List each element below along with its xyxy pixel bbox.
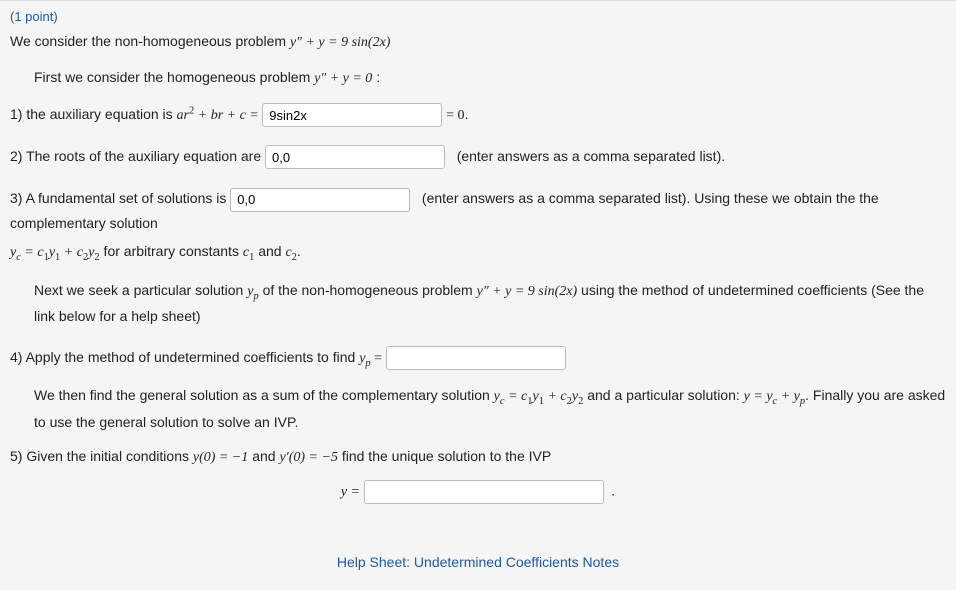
q1-input[interactable]	[262, 103, 442, 127]
t: find the unique solution to the IVP	[338, 448, 551, 464]
t: .	[297, 243, 301, 259]
first-equation: y″ + y = 0	[314, 71, 372, 86]
q1-rhs: = 0	[446, 108, 464, 123]
q1-label: 1) the auxiliary equation is	[10, 106, 177, 122]
points-label: (1 point)	[10, 9, 946, 24]
q3-line1: 3) A fundamental set of solutions is (en…	[10, 187, 946, 234]
help-row: Help Sheet: Undetermined Coefficients No…	[10, 554, 946, 570]
t: + y	[777, 389, 800, 404]
t: and a particular solution:	[583, 387, 743, 403]
q2-hint: (enter answers as a comma separated list…	[457, 148, 725, 164]
q1-mid: + br + c =	[194, 108, 262, 123]
t: y′(0) = −5	[279, 450, 338, 465]
t: y″ + y = 9 sin(2x)	[477, 284, 578, 299]
q3-line2: yc = c1y1 + c2y2 for arbitrary constants…	[10, 240, 946, 267]
q3-label: 3) A fundamental set of solutions is	[10, 190, 230, 206]
next-line: Next we seek a particular solution yp of…	[34, 279, 946, 328]
q5-ylabel: y =	[341, 484, 364, 499]
q2-label: 2) The roots of the auxiliary equation a…	[10, 148, 265, 164]
t: =	[371, 351, 386, 366]
t: y = y	[744, 389, 773, 404]
q2-line: 2) The roots of the auxiliary equation a…	[10, 145, 946, 169]
q3-input[interactable]	[230, 188, 410, 212]
t: and	[254, 243, 285, 259]
t: Next we seek a particular solution	[34, 282, 247, 298]
t: of the non-homogeneous problem	[259, 282, 477, 298]
first-line: First we consider the homogeneous proble…	[34, 66, 946, 90]
t: = c	[505, 389, 528, 404]
t: We then find the general solution as a s…	[34, 387, 494, 403]
q5-answer-row: y = .	[10, 480, 946, 504]
q5-line: 5) Given the initial conditions y(0) = −…	[10, 445, 946, 469]
intro-prefix: We consider the non-homogeneous problem	[10, 33, 290, 49]
t: + c	[544, 389, 567, 404]
first-prefix: First we consider the homogeneous proble…	[34, 69, 314, 85]
q4-label: 4) Apply the method of undetermined coef…	[10, 349, 359, 365]
t: 5) Given the initial conditions	[10, 448, 193, 464]
intro-line: We consider the non-homogeneous problem …	[10, 30, 946, 54]
t: + c	[60, 245, 83, 260]
t: for arbitrary constants	[100, 243, 243, 259]
problem-container: (1 point) We consider the non-homogeneou…	[0, 0, 956, 590]
q2-input[interactable]	[265, 145, 445, 169]
t: and	[248, 448, 279, 464]
q1-line: 1) the auxiliary equation is ar2 + br + …	[10, 103, 946, 127]
intro-equation: y″ + y = 9 sin(2x)	[290, 35, 391, 50]
q1-lhs: ar	[177, 108, 189, 123]
first-suffix: :	[372, 69, 380, 85]
t: = c	[21, 245, 44, 260]
help-link[interactable]: Help Sheet: Undetermined Coefficients No…	[337, 554, 619, 570]
gensol-line: We then find the general solution as a s…	[34, 384, 946, 433]
q4-line: 4) Apply the method of undetermined coef…	[10, 346, 946, 373]
t: y(0) = −1	[193, 450, 248, 465]
q5-input[interactable]	[364, 480, 604, 504]
q4-input[interactable]	[386, 346, 566, 370]
